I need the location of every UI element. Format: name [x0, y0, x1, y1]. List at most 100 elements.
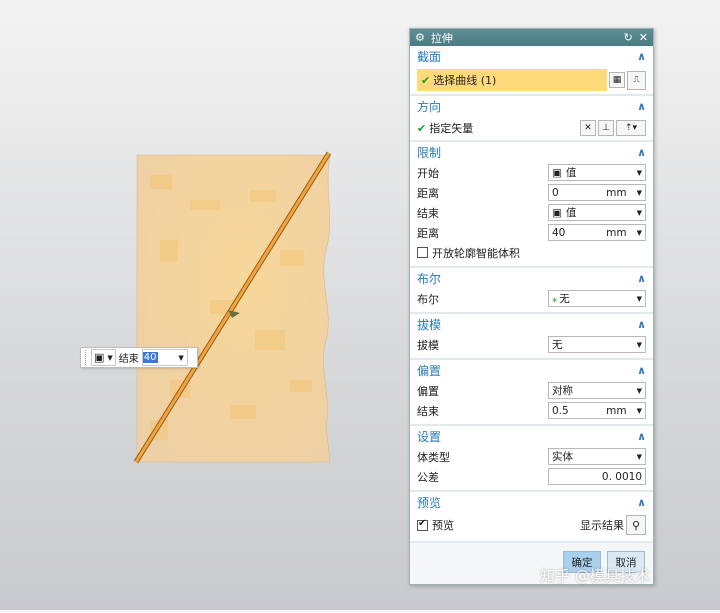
specify-vector-label: 指定矢量	[429, 122, 474, 135]
gear-icon[interactable]: ⚙	[415, 31, 425, 44]
distance1-label: 距离	[417, 186, 439, 200]
open-profile-checkbox[interactable]	[417, 247, 428, 258]
chevron-down-icon: ▼	[636, 208, 642, 217]
end-value: 值	[565, 207, 577, 219]
tolerance-label: 公差	[417, 470, 439, 484]
body-type-dropdown[interactable]: 实体 ▼	[548, 448, 646, 465]
dialog-titlebar[interactable]: ⚙ 拉伸 ↻ ✕	[410, 29, 653, 46]
section-section: 截面 ∧ ✔ 选择曲线 (1) ▦ ⎍	[410, 46, 653, 96]
floating-end-value[interactable]: 40 ▼	[141, 349, 188, 366]
draft-section: 拔模 ∧ 拔模 无 ▼	[410, 314, 653, 360]
show-result-label: 显示结果	[580, 519, 624, 532]
direction-title: 方向	[417, 100, 442, 114]
extrude-dialog: ⚙ 拉伸 ↻ ✕ 截面 ∧ ✔ 选择曲线 (1) ▦ ⎍ 方向 ∧ ✔ 指定矢量	[409, 28, 654, 585]
body-type-label: 体类型	[417, 450, 450, 464]
curve-select-icon[interactable]: ⎍	[627, 70, 646, 90]
chevron-down-icon: ▼	[636, 168, 642, 177]
chevron-down-icon: ▼	[636, 294, 642, 303]
offset-dropdown[interactable]: 对称 ▼	[548, 382, 646, 399]
limits-section: 限制 ∧ 开始 ▣ 值 ▼ 距离 0 mm ▼ 结束 ▣ 值 ▼ 距离 40 m…	[410, 142, 653, 268]
distance1-field[interactable]: 0 mm ▼	[548, 184, 646, 201]
chevron-up-icon[interactable]: ∧	[637, 100, 646, 113]
distance2-value[interactable]: 40	[552, 227, 565, 239]
chevron-down-icon[interactable]: ▼	[637, 229, 642, 237]
offset-label: 偏置	[417, 384, 439, 398]
boolean-none-icon: ⁎	[552, 292, 558, 305]
select-curve-label: 选择曲线 (1)	[433, 74, 497, 87]
reverse-direction-icon[interactable]: ✕	[580, 120, 596, 136]
reset-icon[interactable]: ↻	[624, 31, 633, 44]
chevron-down-icon: ▼	[636, 386, 642, 395]
start-label: 开始	[417, 166, 439, 180]
chevron-up-icon[interactable]: ∧	[637, 496, 646, 509]
distance1-unit: mm	[606, 186, 627, 199]
value-icon: ▣	[552, 206, 562, 219]
settings-section: 设置 ∧ 体类型 实体 ▼ 公差 0. 0010	[410, 426, 653, 492]
chevron-up-icon[interactable]: ∧	[637, 430, 646, 443]
chevron-down-icon[interactable]: ▼	[637, 407, 642, 415]
draft-value: 无	[552, 339, 563, 351]
boolean-header[interactable]: 布尔 ∧	[410, 268, 653, 289]
start-dropdown[interactable]: ▣ 值 ▼	[548, 164, 646, 181]
boolean-section: 布尔 ∧ 布尔 ⁎ 无 ▼	[410, 268, 653, 314]
chevron-down-icon: ▼	[107, 353, 113, 362]
start-value: 值	[565, 167, 577, 179]
offset-header[interactable]: 偏置 ∧	[410, 360, 653, 381]
offset-value: 对称	[552, 385, 573, 397]
distance2-unit: mm	[606, 226, 627, 239]
settings-header[interactable]: 设置 ∧	[410, 426, 653, 447]
draft-label: 拔模	[417, 338, 439, 352]
preview-header[interactable]: 预览 ∧	[410, 492, 653, 513]
offset-title: 偏置	[417, 364, 442, 378]
magnifier-icon[interactable]: ⚲	[626, 515, 646, 535]
close-icon[interactable]: ✕	[639, 31, 648, 44]
check-icon: ✔	[417, 121, 427, 135]
direction-section: 方向 ∧ ✔ 指定矢量 ✕ ⊥ ⇡▾	[410, 96, 653, 142]
tolerance-field[interactable]: 0. 0010	[548, 468, 646, 485]
chevron-up-icon[interactable]: ∧	[637, 318, 646, 331]
boolean-title: 布尔	[417, 272, 442, 286]
tolerance-value[interactable]: 0. 0010	[602, 471, 642, 483]
chevron-down-icon[interactable]: ▼	[178, 354, 183, 362]
floating-end-input[interactable]: ▣ ▼ 结束 40 ▼	[80, 347, 198, 368]
vector-type-dropdown[interactable]: ⇡▾	[616, 120, 646, 136]
section-header[interactable]: 截面 ∧	[410, 46, 653, 67]
chevron-up-icon[interactable]: ∧	[637, 50, 646, 63]
offset-end-value[interactable]: 0.5	[552, 405, 569, 417]
chevron-up-icon[interactable]: ∧	[637, 364, 646, 377]
end-dropdown[interactable]: ▣ 值 ▼	[548, 204, 646, 221]
boolean-label: 布尔	[417, 292, 439, 306]
draft-title: 拔模	[417, 318, 442, 332]
preview-section: 预览 ∧ 预览 显示结果 ⚲	[410, 492, 653, 543]
boolean-value: 无	[559, 293, 570, 305]
dialog-title: 拉伸	[430, 31, 453, 45]
offset-end-label: 结束	[417, 404, 439, 418]
chevron-up-icon[interactable]: ∧	[637, 272, 646, 285]
open-profile-label: 开放轮廓智能体积	[432, 246, 520, 260]
check-icon: ✔	[421, 73, 431, 87]
preview-label: 预览	[432, 519, 454, 532]
boolean-dropdown[interactable]: ⁎ 无 ▼	[548, 290, 646, 307]
chevron-down-icon: ▼	[636, 452, 642, 461]
draft-header[interactable]: 拔模 ∧	[410, 314, 653, 335]
select-curve-row[interactable]: ✔ 选择曲线 (1)	[417, 69, 607, 91]
section-title: 截面	[417, 50, 442, 64]
value-icon: ▣	[552, 166, 562, 179]
chevron-down-icon[interactable]: ▼	[637, 189, 642, 197]
end-label: 结束	[417, 206, 439, 220]
sketch-section-icon[interactable]: ▦	[609, 72, 625, 88]
chevron-up-icon[interactable]: ∧	[637, 146, 646, 159]
offset-end-field[interactable]: 0.5 mm ▼	[548, 402, 646, 419]
distance1-value[interactable]: 0	[552, 187, 559, 199]
preview-checkbox[interactable]	[417, 518, 428, 531]
drag-grip[interactable]	[85, 350, 88, 365]
vector-dialog-icon[interactable]: ⊥	[598, 120, 614, 136]
draft-dropdown[interactable]: 无 ▼	[548, 336, 646, 353]
end-type-dropdown[interactable]: ▣ ▼	[91, 349, 116, 366]
floating-end-value-text[interactable]: 40	[142, 352, 158, 363]
distance2-field[interactable]: 40 mm ▼	[548, 224, 646, 241]
limits-header[interactable]: 限制 ∧	[410, 142, 653, 163]
body-type-value: 实体	[552, 451, 573, 463]
direction-header[interactable]: 方向 ∧	[410, 96, 653, 117]
offset-end-unit: mm	[606, 404, 627, 417]
